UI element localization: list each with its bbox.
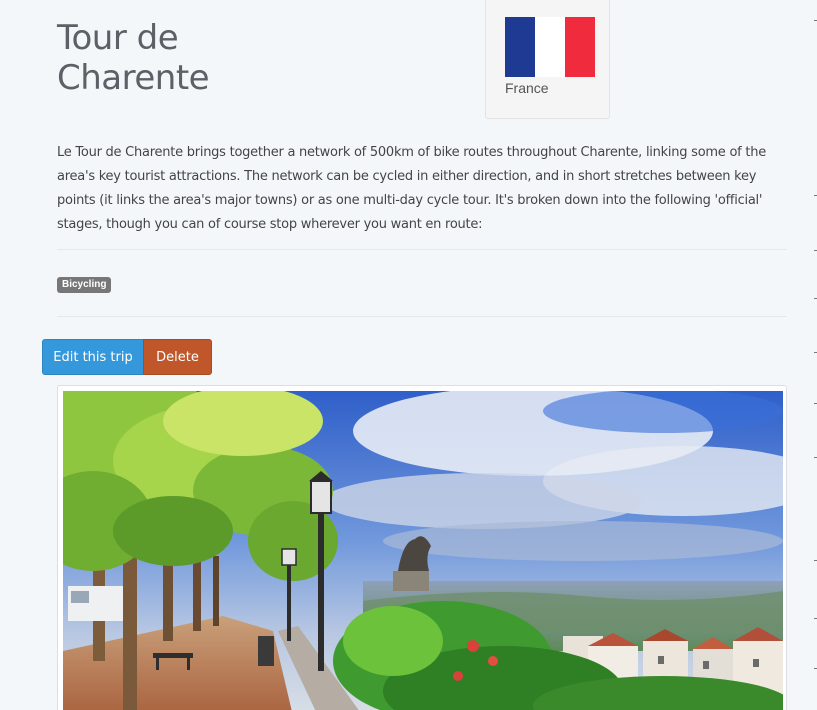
divider — [57, 249, 787, 250]
page-edge-marks — [813, 0, 817, 710]
france-flag-icon — [505, 17, 595, 77]
trip-title: Tour de Charente — [57, 18, 210, 98]
divider — [57, 316, 787, 317]
country-card[interactable]: France — [485, 0, 610, 119]
tag-bicycling[interactable]: Bicycling — [57, 277, 112, 293]
flag-stripe-blue — [505, 17, 535, 77]
edit-trip-button[interactable]: Edit this trip — [42, 339, 144, 375]
country-name: France — [505, 80, 549, 96]
trip-photo[interactable] — [63, 391, 783, 710]
flag-stripe-white — [535, 17, 565, 77]
trip-description: Le Tour de Charente brings together a ne… — [57, 145, 766, 232]
trip-page: Tour de Charente France Le Tour de Chare… — [0, 0, 817, 710]
charente-promenade-image — [63, 391, 783, 710]
flag-stripe-red — [565, 17, 595, 77]
trip-photo-frame — [57, 385, 787, 710]
delete-trip-button[interactable]: Delete — [143, 339, 212, 375]
